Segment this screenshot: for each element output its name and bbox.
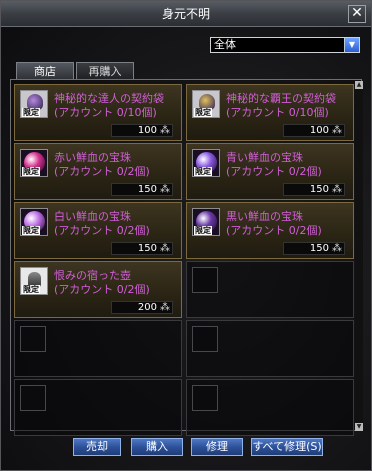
item-purchase-limit: (アカウント 0/2個) [226,165,322,178]
price-box: 200 ⁂ [111,301,173,314]
shop-item-slot[interactable]: 限定 赤い鮮血の宝珠 (アカウント 0/2個) 150 ⁂ [14,143,182,200]
item-purchase-limit: (アカウント 0/2個) [54,224,150,237]
limited-badge: 限定 [194,226,212,235]
item-price: 150 [309,184,329,195]
item-purchase-limit: (アカウント 0/2個) [54,283,150,296]
shop-window: 身元不明 ✕ 全体 ▼ 商店 再購入 限定 神秘的な達人の契約袋 (アカウント 0/… [0,0,372,471]
sell-button[interactable]: 売却 [73,438,121,456]
item-purchase-limit: (アカウント 0/2個) [54,165,150,178]
shop-item-slot[interactable]: 限定 神秘的な覇王の契約袋 (アカウント 0/10個) 100 ⁂ [186,84,354,141]
gold-bag-icon[interactable]: 限定 [192,90,220,118]
feather-icon: ⁂ [332,125,342,136]
price-box: 150 ⁂ [283,183,345,196]
limited-badge: 限定 [22,226,40,235]
empty-item-slot [186,320,354,377]
feather-icon: ⁂ [160,125,170,136]
title-bar[interactable]: 身元不明 ✕ [1,1,371,27]
empty-item-slot [186,261,354,318]
item-purchase-limit: (アカウント 0/2個) [226,224,322,237]
empty-item-slot [186,379,354,436]
feather-icon: ⁂ [160,184,170,195]
red-orb-icon[interactable]: 限定 [20,149,48,177]
price-box: 150 ⁂ [111,242,173,255]
empty-item-slot [14,379,182,436]
empty-icon-box [192,326,218,352]
feather-icon: ⁂ [160,243,170,254]
item-price: 150 [137,243,157,254]
limited-badge: 限定 [22,167,40,176]
purple-bag-icon[interactable]: 限定 [20,90,48,118]
empty-icon-box [20,326,46,352]
scroll-down-icon[interactable]: ▼ [355,423,363,431]
black-orb-icon[interactable]: 限定 [192,208,220,236]
empty-item-slot [14,320,182,377]
item-price: 200 [137,302,157,313]
price-box: 150 ⁂ [283,242,345,255]
repair-all-button[interactable]: すべて修理(S) [251,438,323,456]
limited-badge: 限定 [22,108,40,117]
item-purchase-limit: (アカウント 0/10個) [54,106,157,119]
category-dropdown-value: 全体 [214,38,236,51]
limited-badge: 限定 [22,285,40,294]
shop-item-slot[interactable]: 限定 神秘的な達人の契約袋 (アカウント 0/10個) 100 ⁂ [14,84,182,141]
shop-item-slot[interactable]: 限定 黒い鮮血の宝珠 (アカウント 0/2個) 150 ⁂ [186,202,354,259]
item-price: 100 [309,125,329,136]
feather-icon: ⁂ [332,184,342,195]
white-orb-icon[interactable]: 限定 [20,208,48,236]
jar-icon[interactable]: 限定 [20,267,48,295]
scroll-up-icon[interactable]: ▲ [355,81,363,89]
category-dropdown[interactable]: 全体 ▼ [210,37,360,53]
item-purchase-limit: (アカウント 0/10個) [226,106,329,119]
scrollbar[interactable]: ▲ ▼ [355,81,363,431]
price-box: 100 ⁂ [111,124,173,137]
tab-rebuy[interactable]: 再購入 [76,62,134,80]
empty-icon-box [20,385,46,411]
feather-icon: ⁂ [160,302,170,313]
buy-button[interactable]: 購入 [131,438,183,456]
close-button[interactable]: ✕ [348,5,366,23]
tab-shop[interactable]: 商店 [16,62,74,80]
item-price: 150 [137,184,157,195]
repair-button[interactable]: 修理 [191,438,243,456]
empty-icon-box [192,267,218,293]
price-box: 100 ⁂ [283,124,345,137]
chevron-down-icon[interactable]: ▼ [344,38,359,52]
item-price: 150 [309,243,329,254]
limited-badge: 限定 [194,167,212,176]
limited-badge: 限定 [194,108,212,117]
empty-icon-box [192,385,218,411]
feather-icon: ⁂ [332,243,342,254]
blue-orb-icon[interactable]: 限定 [192,149,220,177]
price-box: 150 ⁂ [111,183,173,196]
window-title: 身元不明 [161,7,210,21]
shop-item-slot[interactable]: 限定 白い鮮血の宝珠 (アカウント 0/2個) 150 ⁂ [14,202,182,259]
item-price: 100 [137,125,157,136]
shop-item-slot[interactable]: 限定 青い鮮血の宝珠 (アカウント 0/2個) 150 ⁂ [186,143,354,200]
shop-item-slot[interactable]: 限定 恨みの宿った壺 (アカウント 0/2個) 200 ⁂ [14,261,182,318]
